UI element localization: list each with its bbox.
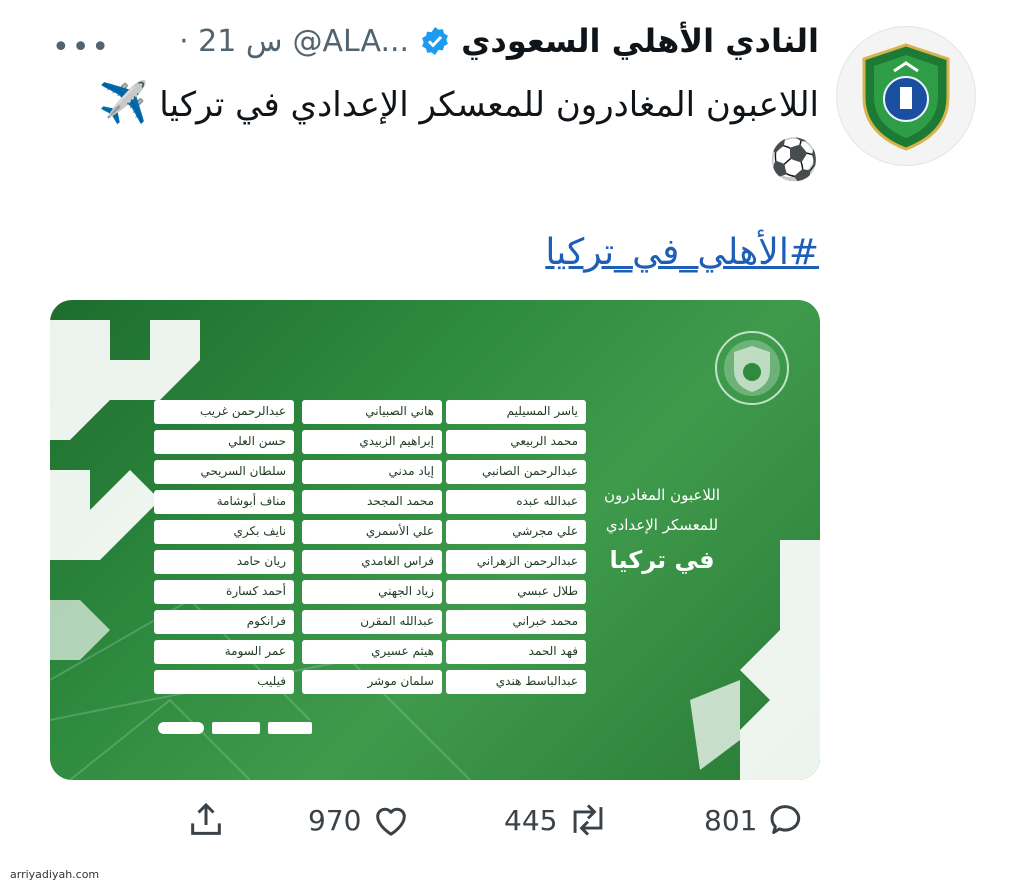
player-name: محمد خبراني (446, 610, 586, 634)
club-logo (862, 43, 950, 151)
airplane-icon: ✈️ (98, 80, 149, 126)
player-name: فيليب (154, 670, 294, 694)
like-count: 970 (308, 803, 362, 837)
media-title-line-2: للمعسكر الإعدادي (605, 516, 719, 534)
player-name: عبدالرحمن غريب (154, 400, 294, 424)
player-name: هاني الصبياني (302, 400, 442, 424)
player-name: نايف بكري (154, 520, 294, 544)
media-title-line-1: اللاعبون المغادرون (603, 486, 721, 504)
player-name: طلال عبسي (446, 580, 586, 604)
player-name: عبدالرحمن الصانبي (446, 460, 586, 484)
player-name: فهد الحمد (446, 640, 586, 664)
like-icon (376, 807, 407, 836)
timestamp[interactable]: · 21 س (179, 24, 282, 59)
player-name: سلطان السريحي (154, 460, 294, 484)
players-column-2: هاني الصبياني إبراهيم الزبيدي إياد مدني … (302, 400, 442, 700)
hashtag-link[interactable]: #الأهلي_في_تركيا (545, 232, 819, 273)
verified-icon (422, 27, 448, 55)
player-name: محمد المجحد (302, 490, 442, 514)
watermark: arriyadiyah.com (10, 868, 100, 881)
player-name: عمر السومة (154, 640, 294, 664)
retweet-icon (574, 804, 603, 836)
soccer-ball-icon: ⚽ (769, 137, 819, 183)
player-name: عبدالله المقرن (302, 610, 442, 634)
share-button[interactable] (186, 800, 226, 840)
retweet-count: 445 (504, 803, 558, 837)
reply-icon (770, 805, 801, 834)
media-title-line-3: في تركيا (609, 546, 715, 574)
reply-count: 801 (704, 803, 758, 837)
player-name: ريان حامد (154, 550, 294, 574)
display-name[interactable]: النادي الأهلي السعودي (461, 22, 819, 60)
player-name: إياد مدني (302, 460, 442, 484)
player-name: سلمان موشر (302, 670, 442, 694)
like-button[interactable]: 970 (308, 800, 411, 840)
player-name: عبدالباسط هندي (446, 670, 586, 694)
player-name: مناف أبوشامة (154, 490, 294, 514)
player-name: حسن العلي (154, 430, 294, 454)
more-icon[interactable]: ••• (52, 30, 111, 65)
media-club-badge (714, 330, 790, 410)
retweet-button[interactable]: 445 (504, 800, 609, 840)
player-name: أحمد كسارة (154, 580, 294, 604)
media-title: اللاعبون المغادرون للمعسكر الإعدادي في ت… (562, 486, 762, 574)
tweet-header: النادي الأهلي السعودي @ALA... · 21 س (179, 22, 819, 60)
tweet-body: اللاعبون المغادرون للمعسكر الإعدادي في ت… (159, 85, 819, 125)
player-name: علي الأسمري (302, 520, 442, 544)
player-name: هيثم عسيري (302, 640, 442, 664)
sponsor-logos (158, 722, 312, 734)
player-name: زياد الجهني (302, 580, 442, 604)
players-column-3: عبدالرحمن غريب حسن العلي سلطان السريحي م… (154, 400, 294, 700)
tweet-text: اللاعبون المغادرون للمعسكر الإعدادي في ت… (49, 76, 819, 190)
player-name: ياسر المسيليم (446, 400, 586, 424)
handle[interactable]: @ALA... (293, 24, 410, 59)
avatar[interactable] (836, 26, 976, 166)
share-icon (191, 802, 221, 835)
reply-button[interactable]: 801 (704, 800, 807, 840)
player-name: فرانكوم (154, 610, 294, 634)
player-name: إبراهيم الزبيدي (302, 430, 442, 454)
tweet-actions: 801 445 970 (0, 800, 1024, 850)
tweet-image[interactable]: ياسر المسيليم محمد الربيعي عبدالرحمن الص… (50, 300, 820, 780)
player-name: محمد الربيعي (446, 430, 586, 454)
player-name: فراس الغامدي (302, 550, 442, 574)
